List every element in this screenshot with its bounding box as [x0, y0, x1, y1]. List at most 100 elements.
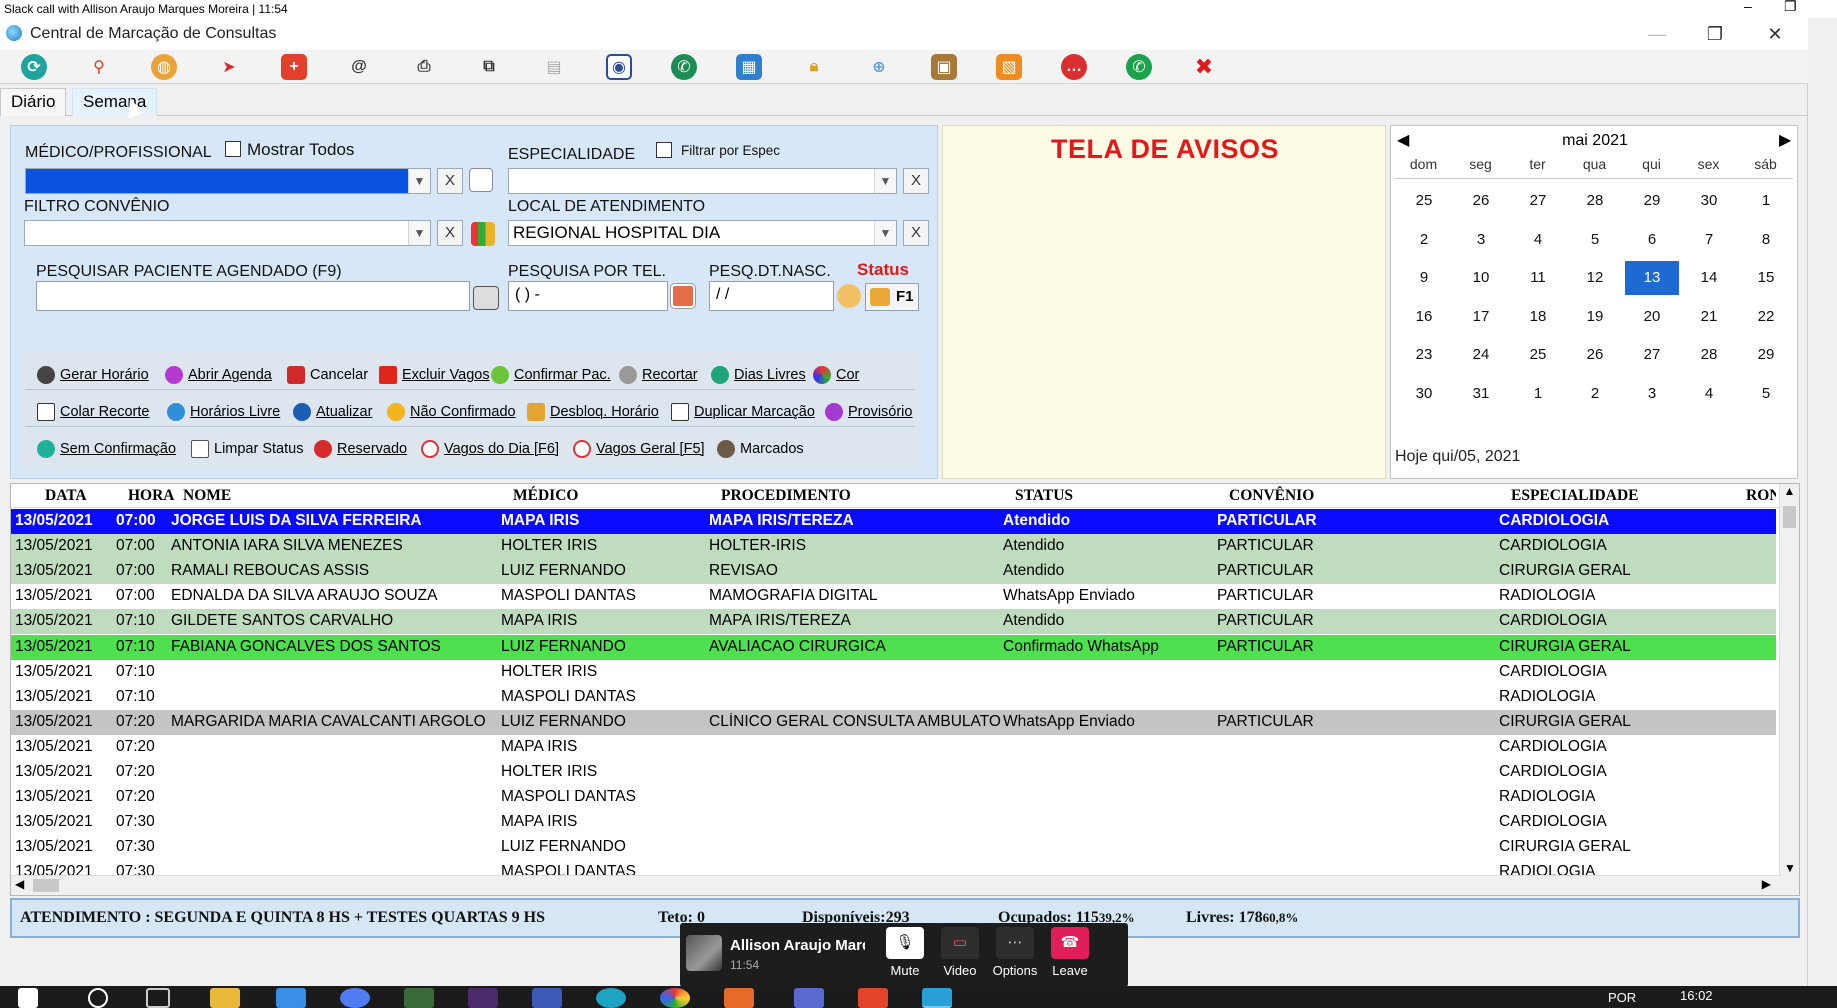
package-icon[interactable]: ▣ — [931, 54, 957, 80]
table-row[interactable]: 13/05/2021 07:30 LUIZ FERNANDO CIRURGIA GER… — [11, 835, 1776, 860]
chevron-down-icon[interactable]: ▼ — [408, 169, 430, 193]
app-icon[interactable] — [532, 988, 562, 1008]
app-icon[interactable] — [276, 988, 306, 1008]
calendar-day[interactable]: 25 — [1511, 338, 1565, 372]
chevron-down-icon[interactable]: ▼ — [1780, 861, 1799, 875]
language-indicator[interactable]: POR — [1608, 990, 1636, 1005]
calendar-day[interactable]: 26 — [1454, 184, 1508, 218]
reservado-button[interactable]: Reservado — [314, 437, 407, 461]
browser-icon[interactable] — [596, 988, 626, 1008]
vagos-geral-button[interactable]: Vagos Geral [F5] — [573, 437, 705, 461]
tab-semana[interactable]: Semana — [72, 88, 158, 116]
calendar-day[interactable]: 27 — [1511, 184, 1565, 218]
table-row[interactable]: 13/05/2021 07:00 RAMALI REBOUCAS ASSIS LUIZ… — [11, 559, 1776, 585]
add-document-icon[interactable]: ⊕ — [866, 54, 892, 80]
chevron-down-icon[interactable]: ▼ — [874, 221, 896, 245]
clear-especialidade-button[interactable]: X — [903, 168, 929, 194]
photo-icon[interactable]: ▧ — [996, 54, 1022, 80]
search-icon[interactable] — [88, 988, 108, 1008]
calendar-day[interactable]: 3 — [1454, 223, 1508, 257]
vagos-do-dia-button[interactable]: Vagos do Dia [F6] — [421, 437, 559, 461]
restore-button[interactable]: ❐ — [1692, 20, 1738, 48]
leave-button[interactable]: ☎ Leave — [1045, 927, 1095, 978]
column-header[interactable]: DATA — [45, 487, 87, 505]
local-select[interactable]: REGIONAL HOSPITAL DIA ▼ — [508, 220, 897, 246]
calendar-day[interactable]: 30 — [1682, 184, 1736, 218]
minimize-button[interactable]: — — [1634, 20, 1680, 48]
column-header[interactable]: PROCEDIMENTO — [721, 487, 851, 505]
tel-input[interactable]: ( ) - — [508, 281, 668, 311]
table-row[interactable]: 13/05/2021 07:20 MARGARIDA MARIA CAVALCANT… — [11, 709, 1776, 735]
app-icon[interactable] — [794, 988, 824, 1008]
table-row[interactable]: 13/05/2021 07:10 FABIANA GONCALVES DOS SAN… — [11, 634, 1776, 660]
calendar-day[interactable]: 2 — [1568, 377, 1622, 411]
chart-icon[interactable] — [471, 222, 495, 246]
calendar-day[interactable]: 3 — [1625, 377, 1679, 411]
horizontal-scrollbar[interactable]: ◀ ▶ — [11, 875, 1781, 895]
copy-icon[interactable]: ⧉ — [476, 54, 502, 80]
calendar-day[interactable]: 13 — [1625, 261, 1679, 295]
scroll-thumb[interactable] — [1783, 506, 1796, 528]
calendar-day[interactable]: 6 — [1625, 223, 1679, 257]
calendar-day[interactable]: 1 — [1739, 184, 1793, 218]
table-row[interactable]: 13/05/2021 07:20 MAPA IRIS CARDIOLOGIA — [11, 735, 1776, 760]
calendar-day[interactable]: 1 — [1511, 377, 1565, 411]
clear-local-button[interactable]: X — [903, 220, 929, 246]
medico-select[interactable]: ▼ — [25, 168, 431, 194]
column-header[interactable]: CONVÊNIO — [1229, 487, 1314, 505]
nao-confirmado-button[interactable]: Não Confirmado — [387, 400, 516, 424]
column-header[interactable]: ESPECIALIDADE — [1511, 487, 1638, 505]
chat-red-icon[interactable]: … — [1061, 54, 1087, 80]
cake-icon[interactable] — [837, 284, 861, 308]
chat-icon[interactable] — [340, 988, 370, 1008]
app-icon[interactable] — [468, 988, 498, 1008]
table-row[interactable]: 13/05/2021 07:10 HOLTER IRIS CARDIOLOGIA — [11, 660, 1776, 685]
gerar-horario-button[interactable]: Gerar Horário — [37, 363, 149, 387]
options-button[interactable]: ⋯ Options — [990, 927, 1040, 978]
limpar-status-button[interactable]: Limpar Status — [191, 437, 303, 461]
abrir-agenda-button[interactable]: Abrir Agenda — [165, 363, 272, 387]
map-pin-icon[interactable]: ◉ — [606, 54, 632, 80]
cor-button[interactable]: Cor — [813, 363, 859, 387]
dias-livres-button[interactable]: Dias Livres — [711, 363, 806, 387]
calendar-day[interactable]: 5 — [1568, 223, 1622, 257]
calendar-day[interactable]: 30 — [1397, 377, 1451, 411]
calendar-day[interactable]: 2 — [1397, 223, 1451, 257]
tab-diario[interactable]: Diário — [0, 88, 67, 116]
horarios-livre-button[interactable]: Horários Livre — [167, 400, 280, 424]
colar-recorte-button[interactable]: Colar Recorte — [37, 400, 149, 424]
medical-kit-icon[interactable]: + — [281, 54, 307, 80]
exit-icon[interactable]: ✖ — [1191, 54, 1217, 80]
document-icon[interactable]: ▤ — [541, 54, 567, 80]
windows-start-icon[interactable] — [18, 988, 38, 1008]
calendar-day[interactable]: 4 — [1682, 377, 1736, 411]
atualizar-button[interactable]: Atualizar — [293, 400, 372, 424]
table-row[interactable]: 13/05/2021 07:20 HOLTER IRIS CARDIOLOGIA — [11, 760, 1776, 785]
calendar-day[interactable]: 19 — [1568, 300, 1622, 334]
clock[interactable]: 16:02 — [1680, 988, 1713, 1003]
calendar-today[interactable]: Hoje qui/05, 2021 — [1395, 448, 1520, 466]
table-row[interactable]: 13/05/2021 07:00 ANTONIA IARA SILVA MENEZE… — [11, 534, 1776, 560]
table-row[interactable]: 13/05/2021 07:00 EDNALDA DA SILVA ARAUJO S… — [11, 584, 1776, 609]
especialidade-select[interactable]: ▼ — [508, 168, 897, 194]
whatsapp-green-icon[interactable]: ✆ — [671, 54, 697, 80]
calendar-day[interactable]: 10 — [1454, 261, 1508, 295]
column-header[interactable]: NOME — [183, 487, 231, 505]
marcados-button[interactable]: Marcados — [717, 437, 804, 461]
calendar-day[interactable]: 31 — [1454, 377, 1508, 411]
file-explorer-icon[interactable] — [210, 988, 240, 1008]
sem-confirmacao-button[interactable]: Sem Confirmação — [37, 437, 176, 461]
provisorio-button[interactable]: Provisório — [825, 400, 912, 424]
chrome-icon[interactable] — [660, 988, 690, 1008]
calendar-day[interactable]: 17 — [1454, 300, 1508, 334]
calendar-day[interactable]: 14 — [1682, 261, 1736, 295]
document-icon[interactable] — [469, 168, 493, 192]
restore-icon[interactable]: ❐ — [1784, 0, 1797, 15]
table-row[interactable]: 13/05/2021 07:20 MASPOLI DANTAS RADIOLOGIA — [11, 785, 1776, 810]
phone-search-icon[interactable] — [671, 284, 695, 308]
calendar-day[interactable]: 7 — [1682, 223, 1736, 257]
column-header[interactable]: HORA — [128, 487, 175, 505]
calendar-day[interactable]: 5 — [1739, 377, 1793, 411]
recortar-button[interactable]: Recortar — [619, 363, 698, 387]
app-icon[interactable] — [858, 988, 888, 1008]
